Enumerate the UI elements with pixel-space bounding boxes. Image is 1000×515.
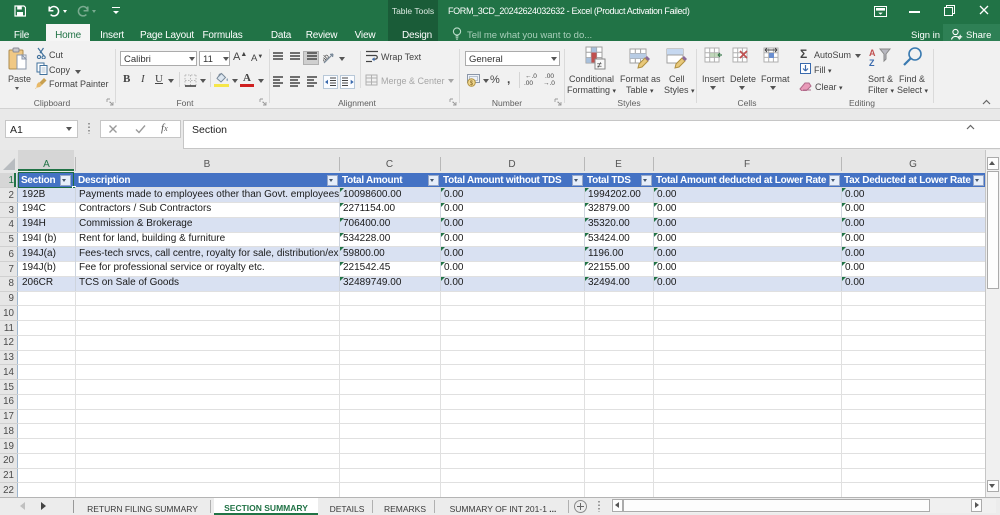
svg-text:.00: .00 [545, 73, 554, 80]
svg-text:Z: Z [869, 58, 875, 67]
svg-text:←.0: ←.0 [525, 73, 537, 80]
svg-text:.00: .00 [524, 80, 533, 86]
svg-text:≠: ≠ [597, 60, 602, 70]
svg-text:→.0: →.0 [543, 80, 555, 86]
svg-text:A: A [869, 48, 876, 58]
svg-text:ab: ab [323, 53, 331, 64]
